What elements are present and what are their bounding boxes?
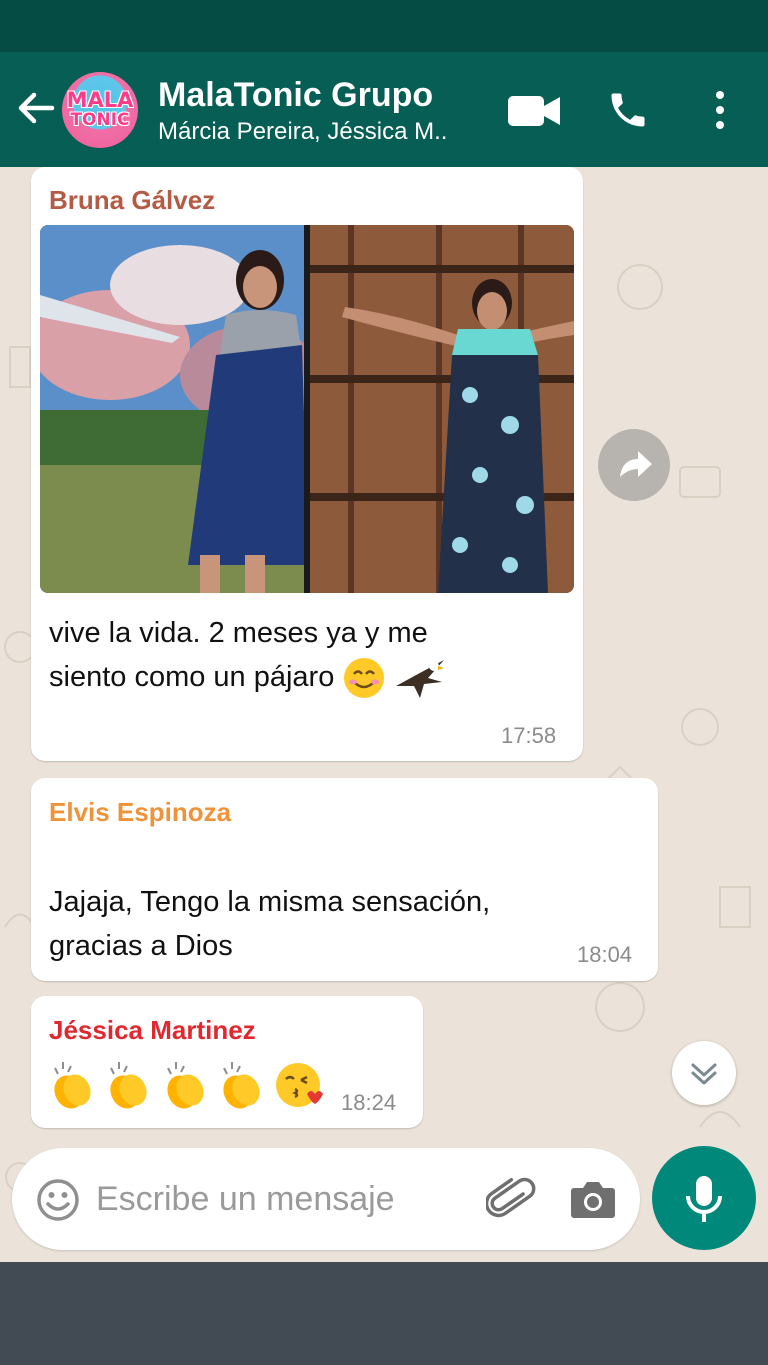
message-text: Jajaja, Tengo la misma sensación, gracia… bbox=[49, 880, 490, 968]
video-call-icon[interactable] bbox=[508, 94, 560, 128]
avatar-text-1: MALA bbox=[66, 88, 134, 112]
message-text: vive la vida. 2 meses ya y me siento com… bbox=[49, 611, 446, 700]
message-bubble-3[interactable]: Jéssica Martinez 18:24 bbox=[31, 996, 423, 1128]
shared-photo[interactable] bbox=[40, 225, 574, 593]
mic-button[interactable] bbox=[652, 1146, 756, 1250]
avatar-text-2: TONIC bbox=[70, 110, 130, 130]
face-blowing-kiss-icon bbox=[275, 1063, 323, 1107]
clapping-hands-icon bbox=[223, 1062, 260, 1109]
camera-icon[interactable] bbox=[570, 1178, 616, 1220]
forward-button[interactable] bbox=[598, 429, 670, 501]
group-avatar[interactable]: MALA TONIC bbox=[62, 72, 138, 148]
emoji-icon[interactable] bbox=[36, 1178, 80, 1222]
status-bar bbox=[0, 0, 768, 52]
message-time: 18:24 bbox=[341, 1090, 397, 1115]
sender-name: Elvis Espinoza bbox=[49, 797, 232, 827]
smiling-face-icon bbox=[344, 658, 385, 699]
message-time: 17:58 bbox=[501, 723, 557, 748]
attach-icon[interactable] bbox=[486, 1174, 536, 1224]
photo-collage-image bbox=[40, 225, 574, 593]
message-bubble-1[interactable]: Bruna Gálvez vive la vida. 2 meses ya y … bbox=[31, 167, 583, 761]
system-navigation-bar bbox=[0, 1262, 768, 1365]
message-input-bar[interactable]: Escribe un mensaje bbox=[12, 1148, 640, 1250]
emoji-row bbox=[47, 1058, 327, 1112]
message-bubble-2[interactable]: Elvis Espinoza Jajaja, Tengo la misma se… bbox=[31, 778, 658, 981]
message-line-2: siento como un pájaro bbox=[49, 661, 335, 693]
mic-icon bbox=[686, 1176, 722, 1222]
back-arrow-icon[interactable] bbox=[14, 86, 58, 130]
forward-icon bbox=[620, 451, 652, 477]
chevron-double-down-icon bbox=[691, 1063, 717, 1085]
scroll-down-button[interactable] bbox=[672, 1041, 736, 1105]
chat-participants[interactable]: Márcia Pereira, Jéssica M.. bbox=[158, 118, 478, 146]
message-time: 18:04 bbox=[577, 942, 633, 967]
clapping-hands-icon bbox=[110, 1062, 148, 1109]
message-input-placeholder[interactable]: Escribe un mensaje bbox=[96, 1180, 395, 1219]
message-line-1: Jajaja, Tengo la misma sensación, bbox=[49, 886, 491, 918]
eagle-icon bbox=[396, 660, 445, 699]
phone-icon[interactable] bbox=[606, 88, 650, 132]
clapping-hands-icon bbox=[167, 1062, 204, 1109]
chat-area[interactable]: Bruna Gálvez vive la vida. 2 meses ya y … bbox=[0, 167, 768, 1262]
sender-name: Bruna Gálvez bbox=[49, 185, 216, 215]
chat-title[interactable]: MalaTonic Grupo bbox=[158, 76, 433, 115]
clapping-hands-icon bbox=[54, 1062, 91, 1109]
chat-header: MALA TONIC MalaTonic Grupo Márcia Pereir… bbox=[0, 52, 768, 167]
message-line-1: vive la vida. 2 meses ya y me bbox=[49, 617, 428, 649]
message-line-2: gracias a Dios bbox=[49, 930, 233, 962]
sender-name: Jéssica Martinez bbox=[49, 1015, 256, 1045]
more-vert-icon[interactable] bbox=[712, 90, 728, 130]
